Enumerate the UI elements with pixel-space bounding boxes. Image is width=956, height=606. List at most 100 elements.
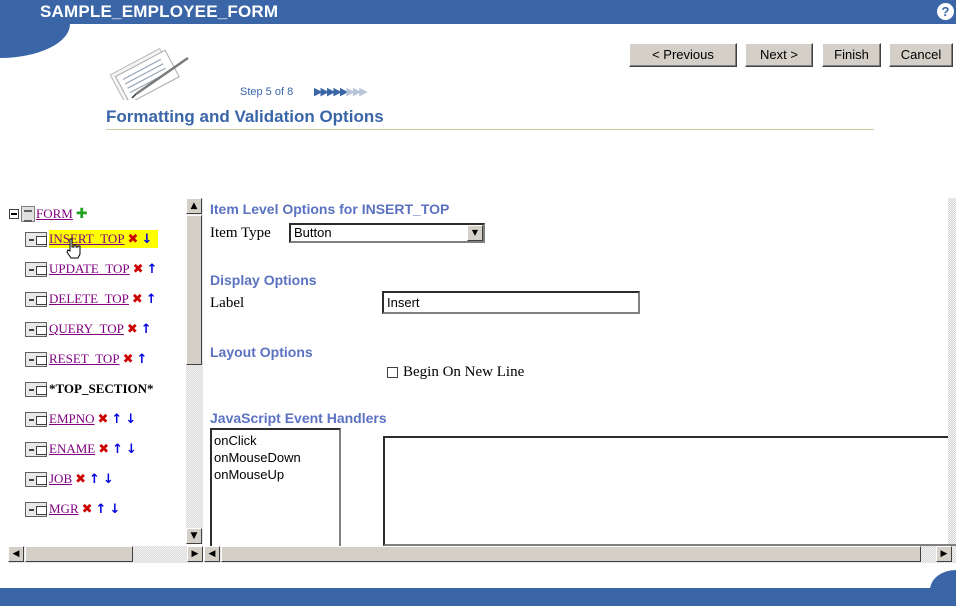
scroll-thumb[interactable] bbox=[186, 215, 202, 365]
tree-item[interactable]: QUERY_TOP ✖ ↑ bbox=[25, 320, 152, 338]
scroll-right-icon[interactable]: ▶ bbox=[187, 546, 203, 562]
scroll-left-icon[interactable]: ◀ bbox=[8, 546, 24, 562]
header-curve bbox=[0, 24, 70, 58]
scroll-right-icon[interactable]: ▶ bbox=[936, 546, 952, 562]
move-down-icon[interactable]: ↓ bbox=[109, 502, 120, 517]
tree-item-label[interactable]: DELETE_TOP bbox=[49, 291, 129, 306]
delete-icon[interactable]: ✖ bbox=[128, 232, 139, 247]
scroll-down-icon[interactable]: ▼ bbox=[186, 528, 202, 544]
tree-item[interactable]: MGR ✖ ↑ ↓ bbox=[25, 500, 120, 518]
tree-root-link[interactable]: FORM bbox=[36, 206, 73, 222]
move-up-icon[interactable]: ↑ bbox=[141, 322, 152, 337]
move-up-icon[interactable]: ↑ bbox=[146, 292, 157, 307]
step-pending-icon: ▶ bbox=[359, 86, 368, 98]
tree-horizontal-scrollbar[interactable]: ◀ ▶ bbox=[8, 546, 203, 563]
wizard-logo-icon bbox=[109, 47, 189, 100]
footer-curve bbox=[930, 570, 956, 590]
next-button[interactable]: Next > bbox=[745, 43, 813, 67]
delete-icon[interactable]: ✖ bbox=[123, 352, 134, 367]
content-horizontal-scrollbar[interactable]: ◀ ▶ bbox=[204, 546, 956, 563]
label-input[interactable] bbox=[382, 291, 640, 314]
handler-code-textarea[interactable] bbox=[383, 436, 956, 546]
tree-item-label-wrap: UPDATE_TOP ✖ ↑ bbox=[49, 260, 157, 278]
collapse-icon[interactable] bbox=[9, 209, 19, 219]
previous-button[interactable]: < Previous bbox=[629, 43, 737, 67]
item-node-icon bbox=[25, 411, 47, 427]
delete-icon[interactable]: ✖ bbox=[127, 322, 138, 337]
event-list[interactable]: onClick onMouseDown onMouseUp bbox=[210, 428, 341, 548]
scroll-up-icon[interactable]: ▲ bbox=[186, 198, 202, 214]
item-type-value: Button bbox=[294, 225, 332, 240]
tree-item-label[interactable]: ENAME bbox=[49, 441, 95, 456]
event-option[interactable]: onMouseDown bbox=[214, 449, 337, 466]
begin-on-new-line-checkbox[interactable] bbox=[387, 367, 398, 378]
cancel-button[interactable]: Cancel bbox=[889, 43, 953, 67]
title-divider bbox=[106, 129, 874, 130]
tree-item-label[interactable]: RESET_TOP bbox=[49, 351, 120, 366]
move-up-icon[interactable]: ↑ bbox=[112, 442, 123, 457]
move-down-icon[interactable]: ↓ bbox=[103, 472, 114, 487]
delete-icon[interactable]: ✖ bbox=[132, 292, 143, 307]
app-title: SAMPLE_EMPLOYEE_FORM bbox=[40, 2, 279, 21]
item-type-select[interactable]: Button ▼ bbox=[289, 223, 485, 243]
tree-item-label-wrap: ENAME ✖ ↑ ↓ bbox=[49, 440, 137, 458]
step-indicator: Step 5 of 8 bbox=[240, 86, 294, 98]
item-type-label: Item Type bbox=[210, 225, 271, 241]
move-down-icon[interactable]: ↓ bbox=[125, 412, 136, 427]
item-node-icon bbox=[25, 321, 47, 337]
display-options-heading: Display Options bbox=[210, 272, 317, 288]
js-handlers-heading: JavaScript Event Handlers bbox=[210, 410, 387, 426]
scroll-thumb[interactable] bbox=[221, 546, 921, 562]
tree-item-label: *TOP_SECTION* bbox=[49, 381, 154, 396]
tree-item[interactable]: ENAME ✖ ↑ ↓ bbox=[25, 440, 137, 458]
move-down-icon[interactable]: ↓ bbox=[141, 232, 152, 247]
tree-item[interactable]: RESET_TOP ✖ ↑ bbox=[25, 350, 147, 368]
tree-item-label-wrap: JOB ✖ ↑ ↓ bbox=[49, 470, 114, 488]
tree-item-label[interactable]: EMPNO bbox=[49, 411, 95, 426]
tree-item[interactable]: *TOP_SECTION* bbox=[25, 380, 154, 398]
event-option[interactable]: onClick bbox=[214, 432, 337, 449]
finish-button[interactable]: Finish bbox=[822, 43, 881, 67]
move-down-icon[interactable]: ↓ bbox=[126, 442, 137, 457]
move-up-icon[interactable]: ↑ bbox=[136, 352, 147, 367]
scroll-left-icon[interactable]: ◀ bbox=[204, 546, 220, 562]
item-node-icon bbox=[25, 231, 47, 247]
move-up-icon[interactable]: ↑ bbox=[89, 472, 100, 487]
tree-item[interactable]: DELETE_TOP ✖ ↑ bbox=[25, 290, 157, 308]
item-tree: FORM ✚ INSERT_TOP ✖ ↓ UPDATE_TOP ✖ ↑ DELETE_TO… bbox=[8, 198, 204, 546]
delete-icon[interactable]: ✖ bbox=[75, 472, 86, 487]
tree-root: FORM ✚ bbox=[9, 206, 88, 222]
delete-icon[interactable]: ✖ bbox=[133, 262, 144, 277]
help-icon[interactable]: ? bbox=[937, 3, 954, 20]
step-progress-icon: ▶▶▶▶▶▶▶▶ bbox=[314, 85, 368, 98]
move-up-icon[interactable]: ↑ bbox=[147, 262, 158, 277]
item-node-icon bbox=[25, 291, 47, 307]
add-icon[interactable]: ✚ bbox=[76, 206, 88, 222]
hand-cursor-icon bbox=[66, 238, 81, 259]
item-node-icon bbox=[25, 261, 47, 277]
tree-item[interactable]: INSERT_TOP ✖ ↓ bbox=[25, 230, 159, 248]
move-up-icon[interactable]: ↑ bbox=[111, 412, 122, 427]
chevron-down-icon[interactable]: ▼ bbox=[467, 225, 483, 241]
tree-item-label[interactable]: INSERT_TOP bbox=[49, 231, 125, 246]
tree-item[interactable]: EMPNO ✖ ↑ ↓ bbox=[25, 410, 136, 428]
content-vertical-scrollbar[interactable] bbox=[948, 198, 956, 544]
delete-icon[interactable]: ✖ bbox=[82, 502, 93, 517]
tree-item-label[interactable]: JOB bbox=[49, 471, 72, 486]
move-up-icon[interactable]: ↑ bbox=[96, 502, 107, 517]
event-option[interactable]: onMouseUp bbox=[214, 466, 337, 483]
delete-icon[interactable]: ✖ bbox=[98, 442, 109, 457]
tree-item-label[interactable]: MGR bbox=[49, 501, 79, 516]
delete-icon[interactable]: ✖ bbox=[98, 412, 109, 427]
form-icon bbox=[21, 206, 35, 222]
scroll-thumb[interactable] bbox=[25, 546, 133, 562]
tree-item-label-wrap: MGR ✖ ↑ ↓ bbox=[49, 500, 120, 518]
layout-options-heading: Layout Options bbox=[210, 344, 313, 360]
tree-item-label[interactable]: QUERY_TOP bbox=[49, 321, 124, 336]
tree-item-label[interactable]: UPDATE_TOP bbox=[49, 261, 130, 276]
tree-item[interactable]: JOB ✖ ↑ ↓ bbox=[25, 470, 114, 488]
footer-bar bbox=[0, 588, 956, 606]
item-options-heading: Item Level Options for INSERT_TOP bbox=[210, 201, 450, 217]
tree-vertical-scrollbar[interactable]: ▲ ▼ bbox=[186, 198, 203, 544]
tree-item[interactable]: UPDATE_TOP ✖ ↑ bbox=[25, 260, 157, 278]
